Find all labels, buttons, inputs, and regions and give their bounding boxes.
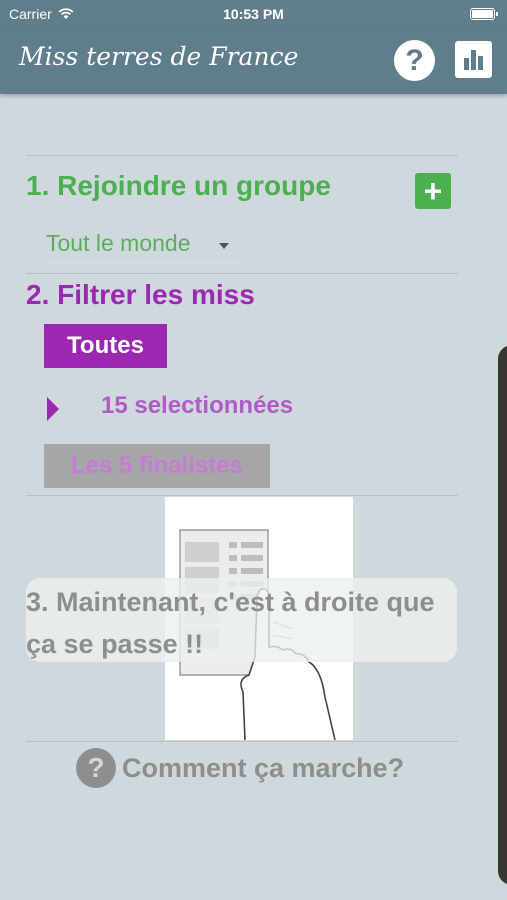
play-icon[interactable] xyxy=(47,397,59,421)
swipe-hint-text: 3. Maintenant, c'est à droite que ça se … xyxy=(26,587,435,659)
question-circle-icon: ? xyxy=(76,748,116,788)
finalists-button[interactable]: Les 5 finalistes xyxy=(44,444,270,488)
nav-bar: Miss terres de France ? xyxy=(0,28,507,94)
divider xyxy=(26,155,458,156)
section1-title: 1. Rejoindre un groupe xyxy=(26,170,331,201)
battery-icon xyxy=(470,8,498,20)
selected-count-link[interactable]: 15 selectionnées xyxy=(101,392,293,420)
divider xyxy=(26,273,458,274)
group-select[interactable]: Tout le monde xyxy=(46,230,240,264)
help-button[interactable]: ? xyxy=(394,40,435,81)
status-time: 10:53 PM xyxy=(223,6,284,22)
add-group-button[interactable]: + xyxy=(415,173,451,209)
all-miss-button[interactable]: Toutes xyxy=(44,324,167,368)
divider xyxy=(26,741,458,742)
section2-title: 2. Filtrer les miss xyxy=(26,279,255,310)
question-circle-icon: ? xyxy=(405,44,424,77)
stats-button[interactable] xyxy=(455,41,492,78)
status-bar: Carrier 10:53 PM xyxy=(0,0,507,28)
how-it-works-label: Comment ça marche? xyxy=(122,752,405,783)
side-panel-edge[interactable] xyxy=(498,345,507,885)
caret-down-icon xyxy=(219,243,229,249)
divider xyxy=(26,495,458,496)
how-it-works-link[interactable]: ? Comment ça marche? xyxy=(76,748,404,788)
app-title: Miss terres de France xyxy=(19,42,299,71)
